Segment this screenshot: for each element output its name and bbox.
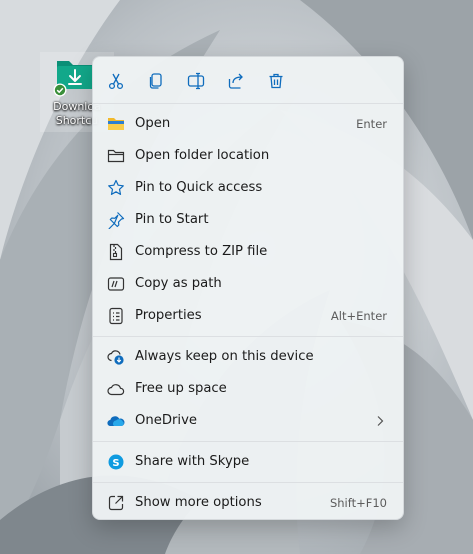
menu-item-compress-zip[interactable]: Compress to ZIP file [97,237,399,267]
menu-item-onedrive[interactable]: OneDrive [97,406,399,436]
checkmark-badge-icon [53,83,67,97]
menu-divider [93,103,403,104]
star-icon [107,179,125,197]
rename-icon [187,72,205,90]
menu-divider [93,336,403,337]
menu-toolbar [93,57,403,103]
copy-button[interactable] [144,69,168,93]
menu-divider [93,482,403,483]
cloud-download-icon [107,348,125,366]
menu-divider [93,441,403,442]
menu-item-open-folder-location[interactable]: Open folder location [97,141,399,171]
share-icon [228,73,243,89]
menu-item-pin-to-start[interactable]: Pin to Start [97,205,399,235]
delete-button[interactable] [264,69,288,93]
skype-icon: S [107,453,125,471]
svg-text:S: S [112,458,119,469]
folder-outline-icon [107,147,125,165]
properties-icon [107,307,125,325]
onedrive-icon [107,412,125,430]
menu-item-pin-quick-access[interactable]: Pin to Quick access [97,173,399,203]
zip-icon [107,243,125,261]
cut-button[interactable] [104,69,128,93]
menu-item-free-up-space[interactable]: Free up space [97,374,399,404]
cloud-icon [107,380,125,398]
trash-icon [269,73,283,89]
rename-button[interactable] [184,69,208,93]
chevron-right-icon [377,416,384,426]
share-button[interactable] [224,69,248,93]
menu-item-always-keep[interactable]: Always keep on this device [97,342,399,372]
open-external-icon [107,494,125,512]
menu-item-open[interactable]: Open Enter [97,109,399,139]
context-menu: Open Enter Open folder location Pin to Q… [92,56,404,520]
menu-item-copy-as-path[interactable]: Copy as path [97,269,399,299]
path-icon [107,275,125,293]
copy-icon [149,73,162,89]
menu-item-show-more-options[interactable]: Show more options Shift+F10 [97,488,399,518]
pin-icon [107,211,125,229]
folder-open-icon [107,115,125,133]
scissors-icon [108,73,124,90]
menu-item-properties[interactable]: Properties Alt+Enter [97,301,399,331]
menu-item-share-skype[interactable]: S Share with Skype [97,447,399,477]
